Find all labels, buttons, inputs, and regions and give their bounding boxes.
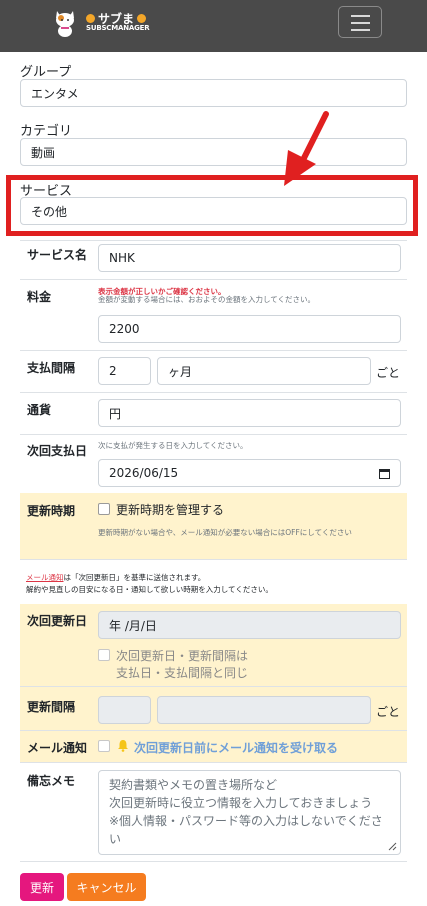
renewal-hint: 更新時期がない場合や、メール通知が必要ない場合にはOFFにしてください — [98, 528, 352, 537]
next-payment-date-value: 2026/06/15 — [109, 466, 179, 480]
divider — [20, 730, 407, 731]
logo-dot-icon — [137, 14, 147, 23]
same-as-payment-label-line1[interactable]: 次回更新日・更新間隔は — [116, 647, 248, 664]
same-as-payment-checkbox[interactable] — [98, 649, 110, 661]
mail-notify-checkbox[interactable] — [98, 740, 110, 752]
divider — [20, 279, 407, 280]
renewal-label: 更新時期 — [27, 504, 76, 518]
navbar: サブま SUBSCMANAGER — [0, 0, 427, 52]
memo-placeholder-line: ※個人情報・パスワード等の入力はしないでくださ — [109, 814, 383, 828]
memo-textarea[interactable]: 契約書類やメモの置き場所など 次回更新時に役立つ情報を入力しておきましょう ※個… — [98, 770, 401, 855]
resize-handle-icon[interactable] — [388, 842, 397, 851]
service-name-label: サービス名 — [27, 248, 88, 262]
next-payment-hint: 次に支払が発生する日を入力してください。 — [98, 441, 248, 450]
category-select[interactable]: 動画 — [20, 138, 407, 166]
menu-toggle-button[interactable] — [338, 6, 382, 38]
divider — [20, 350, 407, 351]
currency-label: 通貨 — [27, 403, 52, 417]
divider — [20, 686, 407, 687]
mail-note: メール通知は「次回更新日」を基準に送信されます。 — [26, 572, 205, 584]
renewal-interval-number-input[interactable] — [98, 696, 151, 724]
category-label: カテゴリ — [20, 124, 73, 139]
logo-dot-icon — [86, 14, 95, 23]
next-renewal-label: 次回更新日 — [27, 614, 88, 628]
interval-unit-select[interactable]: ヶ月 — [157, 357, 371, 385]
interval-suffix: ごと — [376, 366, 401, 380]
same-as-payment-label-line2[interactable]: 支払日・支払間隔と同じ — [116, 664, 248, 681]
divider — [20, 240, 407, 241]
mail-notify-checkbox-label[interactable]: 次回更新日前にメール通知を受け取る — [134, 739, 338, 756]
hamburger-line — [351, 22, 370, 24]
price-hint: 金額が変動する場合には、おおよその金額を入力してください。 — [98, 295, 316, 304]
mail-notify-label: メール通知 — [27, 741, 88, 755]
price-input[interactable]: 2200 — [98, 315, 401, 343]
calendar-icon[interactable] — [379, 468, 390, 479]
group-label: グループ — [20, 65, 72, 80]
currency-select[interactable]: 円 — [98, 399, 401, 427]
memo-placeholder-line: 契約書類やメモの置き場所など — [109, 778, 278, 792]
renewal-manage-label[interactable]: 更新時期を管理する — [116, 501, 224, 518]
cancel-button[interactable]: キャンセル — [67, 873, 146, 901]
divider — [20, 762, 407, 763]
bell-icon — [118, 740, 128, 752]
divider — [20, 861, 407, 862]
divider — [20, 434, 407, 435]
cat-logo-icon — [56, 11, 74, 37]
divider — [20, 559, 407, 560]
renewal-manage-checkbox[interactable] — [98, 503, 110, 515]
mail-note-text: は「次回更新日」を基準に送信されます。 — [63, 573, 206, 582]
annotation-arrow-icon — [284, 111, 329, 186]
mail-note-line2: 解約や見直しの目安になる日・通知して欲しい時期を入力してください。 — [26, 585, 273, 594]
price-label: 料金 — [27, 290, 52, 304]
renewal-interval-suffix: ごと — [376, 705, 401, 719]
divider — [20, 392, 407, 393]
memo-label: 備忘メモ — [27, 774, 76, 788]
renewal-interval-unit-select[interactable] — [157, 696, 371, 724]
next-renewal-date-input[interactable]: 年 /月/日 — [98, 611, 401, 639]
hamburger-line — [351, 29, 370, 31]
mail-notify-link[interactable]: メール通知 — [26, 573, 64, 582]
next-payment-date-input[interactable]: 2026/06/15 — [98, 459, 401, 487]
interval-label: 支払間隔 — [27, 361, 76, 375]
annotation-highlight-box — [6, 175, 418, 236]
logo-subtitle: SUBSCMANAGER — [86, 24, 150, 32]
renewal-interval-label: 更新間隔 — [27, 700, 76, 714]
update-button[interactable]: 更新 — [20, 873, 64, 901]
group-select[interactable]: エンタメ — [20, 79, 407, 107]
memo-placeholder-line: い — [109, 832, 122, 846]
next-payment-label: 次回支払日 — [27, 444, 88, 458]
hamburger-line — [351, 15, 370, 17]
service-name-input[interactable]: NHK — [98, 244, 401, 272]
memo-placeholder-line: 次回更新時に役立つ情報を入力しておきましょう — [109, 796, 373, 810]
interval-number-input[interactable]: 2 — [98, 357, 151, 385]
